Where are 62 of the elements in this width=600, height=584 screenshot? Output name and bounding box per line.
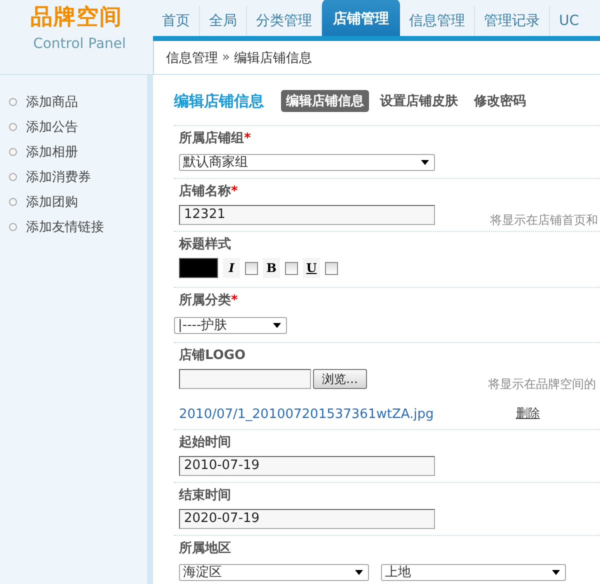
text-field[interactable]: 12321 — [179, 205, 435, 225]
nav-tab[interactable]: 店铺管理 — [322, 0, 400, 36]
file-link[interactable]: 2010/07/1_201007201537361wtZA.jpg — [179, 407, 434, 422]
caret-icon — [355, 570, 363, 574]
field-label: 结束时间 — [179, 487, 231, 505]
field-label: 所属分类 — [179, 292, 231, 310]
hint-text: 将显示在品牌空间的 — [488, 376, 596, 392]
bullet-icon — [9, 198, 17, 206]
field-label: 店铺名称 — [179, 182, 231, 201]
caret-icon — [552, 570, 560, 574]
sidebar-item[interactable]: 添加友情链接 — [26, 218, 104, 236]
field-label: 所属地区 — [179, 540, 231, 558]
logo-subtitle: Control Panel — [33, 36, 126, 52]
file-field[interactable] — [179, 369, 311, 389]
dropdown-field[interactable]: 默认商家组 — [179, 154, 435, 170]
form-tab[interactable]: 修改密码 — [469, 90, 531, 112]
breadcrumb-current: 编辑店铺信息 — [234, 50, 312, 67]
sidebar-item[interactable]: 添加消费券 — [26, 168, 91, 186]
required-mark: * — [244, 130, 251, 148]
bullet-icon — [9, 222, 17, 230]
style-label: B — [263, 258, 280, 278]
bullet-icon — [9, 172, 17, 180]
nav-tab[interactable]: 全局 — [200, 6, 247, 36]
dropdown-field[interactable]: 上地 — [381, 564, 566, 580]
breadcrumb-link[interactable]: 信息管理 — [166, 48, 218, 67]
checkbox[interactable] — [285, 262, 298, 274]
required-mark: * — [231, 292, 238, 310]
dropdown-field[interactable]: 海淀区 — [179, 564, 369, 580]
field-label: 店铺LOGO — [179, 346, 246, 365]
color-swatch[interactable] — [179, 258, 218, 278]
style-label: U — [303, 258, 320, 278]
field-label: 所属店铺组 — [179, 130, 244, 148]
caret-icon — [421, 160, 429, 164]
sidebar-item[interactable]: 添加相册 — [26, 142, 78, 160]
field-label: 标题样式 — [179, 236, 231, 254]
sidebar-item[interactable]: 添加团购 — [26, 192, 78, 210]
bullet-icon — [9, 148, 17, 156]
nav-tab[interactable]: UC — [550, 6, 580, 36]
bullet-icon — [9, 98, 17, 106]
form-tab[interactable]: 设置店铺皮肤 — [375, 90, 463, 112]
browse-button[interactable]: 浏览… — [313, 369, 367, 389]
logo-title: 品牌空间 — [30, 5, 122, 31]
text-field[interactable]: 2020-07-19 — [179, 509, 435, 529]
sidebar-item[interactable]: 添加商品 — [26, 92, 78, 110]
nav-tab[interactable]: 信息管理 — [400, 6, 475, 36]
nav-tab[interactable]: 首页 — [153, 6, 200, 36]
bullet-icon — [9, 122, 17, 130]
caret-icon — [273, 322, 281, 328]
sidebar-item[interactable]: 添加公告 — [26, 118, 78, 136]
breadcrumb-separator: » — [222, 50, 230, 66]
delete-link[interactable]: 删除 — [516, 405, 540, 422]
checkbox[interactable] — [245, 262, 258, 274]
required-mark: * — [231, 183, 238, 201]
checkbox[interactable] — [325, 262, 338, 274]
dropdown-field[interactable]: |----护肤 — [174, 316, 287, 334]
text-field[interactable]: 2010-07-19 — [179, 456, 435, 476]
field-label: 起始时间 — [179, 434, 231, 452]
hint-text: 将显示在店铺首页和 — [490, 212, 598, 228]
nav-tab[interactable]: 管理记录 — [475, 6, 550, 36]
style-label: I — [223, 258, 240, 278]
page-title: 编辑店铺信息 — [174, 92, 264, 110]
form-tab[interactable]: 编辑店铺信息 — [281, 90, 369, 112]
